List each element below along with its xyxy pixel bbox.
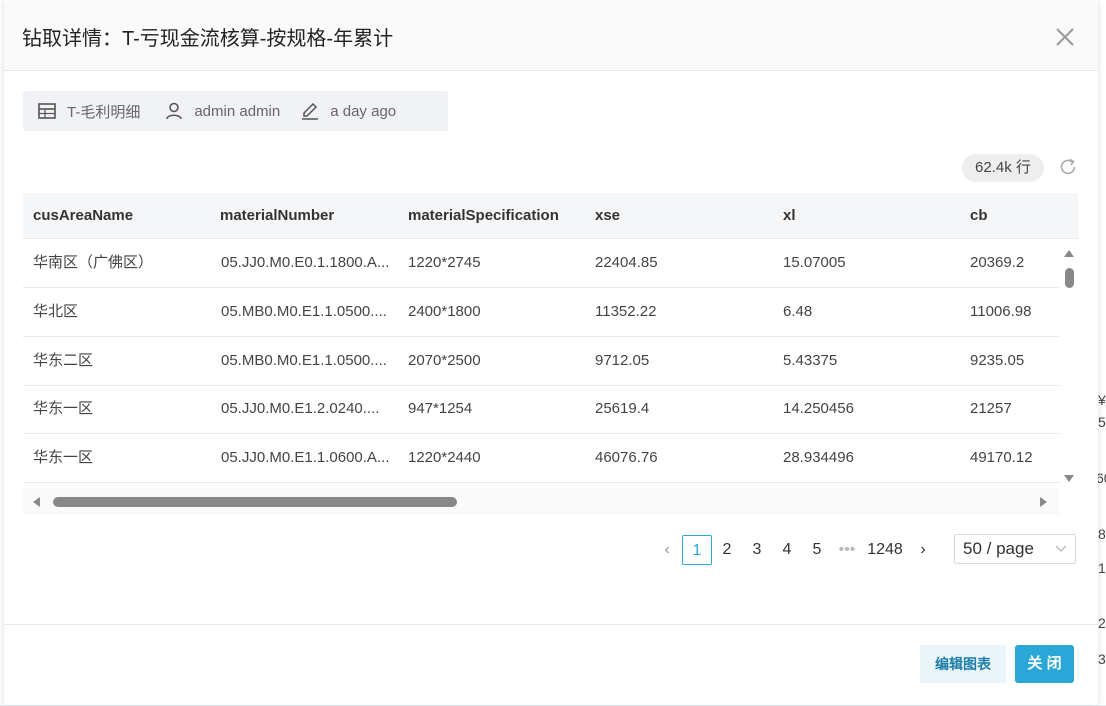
table-header: cusAreaName materialNumber materialSpeci…	[23, 193, 1078, 239]
column-header[interactable]: materialNumber	[220, 193, 334, 238]
page-item[interactable]: 1	[682, 535, 712, 565]
table-cell: 1220*2745	[408, 254, 481, 271]
pagination: ‹ 1 2 3 4 5 ••• 1248 ›	[652, 534, 938, 566]
vertical-scroll-thumb[interactable]	[1065, 268, 1074, 288]
table-cell: 947*1254	[408, 400, 473, 417]
meta-edited: a day ago	[300, 101, 396, 121]
table-row[interactable]: 华东一区 05.JJ0.M0.E1.2.0240.... 947*1254 25…	[23, 385, 1059, 434]
column-header[interactable]: xl	[783, 193, 796, 238]
table-cell: 华南区（广佛区）	[33, 254, 154, 271]
meta-user: admin admin	[164, 101, 280, 121]
table-cell: 2070*2500	[408, 352, 481, 369]
horizontal-scroll-thumb[interactable]	[53, 497, 457, 507]
table-cell: 14.250456	[783, 400, 854, 417]
table-row[interactable]: 华南区（广佛区） 05.JJ0.M0.E0.1.1800.A... 1220*2…	[23, 239, 1059, 288]
user-icon	[166, 102, 183, 120]
table-cell: 11006.98	[970, 303, 1032, 320]
table-cell: 22404.85	[595, 254, 658, 271]
close-icon[interactable]	[1054, 26, 1076, 48]
drill-detail-dialog: 钻取详情：T-亏现金流核算-按规格-年累计 T-毛利明细 admin admin…	[4, 0, 1098, 705]
meta-dataset[interactable]: T-毛利明细	[37, 101, 140, 122]
detail-table: cusAreaName materialNumber materialSpeci…	[23, 193, 1078, 515]
edit-icon	[302, 102, 319, 120]
table-row[interactable]: 华北区 05.MB0.M0.E1.1.0500.... 2400*1800 11…	[23, 288, 1059, 337]
meta-edited-label: a day ago	[330, 102, 397, 120]
table-cell: 05.JJ0.M0.E1.2.0240....	[221, 400, 380, 417]
edit-chart-button[interactable]: 编辑图表	[920, 645, 1006, 683]
table-cell: 05.MB0.M0.E1.1.0500....	[221, 303, 387, 320]
table-cell: 华东一区	[33, 449, 94, 466]
chevron-down-icon	[1055, 545, 1067, 552]
page-item[interactable]: 1248	[862, 535, 908, 565]
close-button[interactable]: 关 闭	[1015, 645, 1074, 683]
table-cell: 华东一区	[33, 400, 94, 417]
page-item[interactable]: 3	[742, 535, 772, 565]
table-cell: 05.JJ0.M0.E1.1.0600.A...	[221, 449, 390, 466]
background-fragment: 5	[1098, 414, 1106, 430]
page-item[interactable]: 4	[772, 535, 802, 565]
table-cell: 46076.76	[595, 449, 658, 466]
column-header[interactable]: cb	[970, 193, 988, 238]
table-cell: 25619.4	[595, 400, 650, 417]
page-size-value: 50 / page	[963, 539, 1034, 558]
table-cell: 11352.22	[595, 303, 657, 320]
meta-bar: T-毛利明细 admin admin a day ago	[23, 91, 448, 131]
table-cell: 2400*1800	[408, 303, 481, 320]
table-cell: 9712.05	[595, 352, 650, 369]
dialog-title: 钻取详情：T-亏现金流核算-按规格-年累计	[22, 28, 394, 50]
column-header[interactable]: materialSpecification	[408, 193, 559, 238]
meta-dataset-label: T-毛利明细	[67, 103, 141, 121]
horizontal-scrollbar[interactable]	[23, 488, 1059, 515]
table-cell: 9235.05	[970, 352, 1025, 369]
background-fragment: 8	[1098, 526, 1106, 542]
table-icon	[38, 103, 56, 119]
background-fragment: 3	[1098, 651, 1106, 667]
page-size-select[interactable]: 50 / page	[954, 534, 1076, 564]
column-header[interactable]: cusAreaName	[33, 193, 133, 238]
table-cell: 20369.2	[970, 254, 1025, 271]
table-cell: 5.43375	[783, 352, 838, 369]
scroll-left-icon[interactable]	[33, 497, 40, 507]
scroll-right-icon[interactable]	[1040, 497, 1047, 507]
table-cell: 28.934496	[783, 449, 854, 466]
table-cell: 6.48	[783, 303, 813, 320]
table-cell: 49170.12	[970, 449, 1033, 466]
table-cell: 1220*2440	[408, 449, 481, 466]
table-cell: 华北区	[33, 303, 79, 320]
background-fragment: 1	[1098, 560, 1106, 576]
background-fragment: 2	[1098, 615, 1106, 631]
table-row[interactable]: 华东一区 05.JJ0.M0.E1.1.0600.A... 1220*2440 …	[23, 434, 1059, 483]
next-page-icon[interactable]: ›	[908, 535, 938, 565]
background-fragment: ¥	[1098, 392, 1106, 408]
dialog-header: 钻取详情：T-亏现金流核算-按规格-年累计	[4, 0, 1098, 71]
table-cell: 15.07005	[783, 254, 846, 271]
meta-user-label: admin admin	[194, 102, 281, 120]
page-item[interactable]: 5	[802, 535, 832, 565]
table-row[interactable]: 华东二区 05.MB0.M0.E1.1.0500.... 2070*2500 9…	[23, 337, 1059, 386]
table-cell: 05.JJ0.M0.E0.1.1800.A...	[221, 254, 390, 271]
table-cell: 21257	[970, 400, 1012, 417]
row-count-badge: 62.4k 行	[962, 154, 1044, 182]
scroll-up-icon[interactable]	[1064, 250, 1074, 257]
table-cell: 华东二区	[33, 352, 94, 369]
vertical-scrollbar[interactable]	[1061, 238, 1078, 483]
page-ellipsis[interactable]: •••	[832, 535, 862, 565]
column-header[interactable]: xse	[595, 193, 620, 238]
page-item[interactable]: 2	[712, 535, 742, 565]
prev-page-icon[interactable]: ‹	[652, 535, 682, 565]
refresh-icon[interactable]	[1058, 157, 1078, 177]
scroll-down-icon[interactable]	[1064, 475, 1074, 482]
table-cell: 05.MB0.M0.E1.1.0500....	[221, 352, 387, 369]
